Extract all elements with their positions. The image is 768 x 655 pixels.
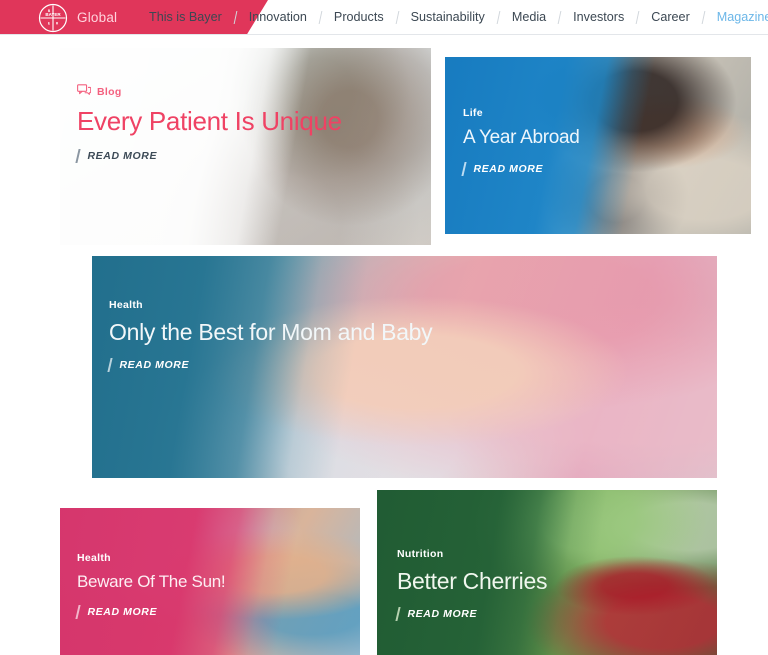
nav-item-sustainability[interactable]: Sustainability: [398, 0, 498, 34]
read-more-label: READ MORE: [87, 150, 158, 162]
article-card-beware-of-the-sun[interactable]: Health Beware Of The Sun! READ MORE: [60, 508, 360, 655]
read-more-link[interactable]: READ MORE: [75, 605, 225, 619]
site-header: BAYER B E R Global This is Bayer Innovat…: [0, 0, 768, 35]
brand-region-label: Global: [77, 10, 118, 25]
card-category: Life: [463, 107, 483, 119]
card-title: A Year Abroad: [463, 127, 580, 148]
read-more-divider: [107, 358, 113, 372]
card-category: Blog: [77, 84, 342, 99]
article-card-better-cherries[interactable]: Nutrition Better Cherries READ MORE: [377, 490, 717, 655]
card-title: Only the Best for Mom and Baby: [109, 319, 433, 345]
card-content: Health Only the Best for Mom and Baby RE…: [107, 299, 433, 372]
read-more-divider: [75, 149, 81, 163]
read-more-link[interactable]: READ MORE: [107, 358, 432, 372]
article-card-a-year-abroad[interactable]: Life A Year Abroad READ MORE: [445, 57, 751, 234]
nav-item-career[interactable]: Career: [638, 0, 703, 34]
card-content: Nutrition Better Cherries READ MORE: [395, 548, 548, 621]
card-category: Health: [77, 552, 111, 564]
card-title: Better Cherries: [397, 568, 548, 594]
nav-item-this-is-bayer[interactable]: This is Bayer: [136, 0, 235, 34]
svg-text:R: R: [56, 21, 59, 25]
nav-item-magazine[interactable]: Magazine: [704, 0, 768, 34]
read-more-label: READ MORE: [87, 606, 158, 618]
article-card-only-the-best-for-mom-and-baby[interactable]: Health Only the Best for Mom and Baby RE…: [92, 256, 717, 478]
read-more-divider: [461, 162, 467, 176]
chat-bubble-icon: [77, 84, 92, 99]
read-more-divider: [75, 605, 81, 619]
nav-item-innovation[interactable]: Innovation: [236, 0, 320, 34]
read-more-label: READ MORE: [473, 163, 544, 175]
card-category: Nutrition: [397, 548, 444, 560]
nav-item-products[interactable]: Products: [321, 0, 397, 34]
read-more-link[interactable]: READ MORE: [461, 162, 580, 176]
nav-item-investors[interactable]: Investors: [560, 0, 637, 34]
svg-text:E: E: [48, 21, 51, 25]
read-more-divider: [395, 607, 401, 621]
card-title: Beware Of The Sun!: [77, 572, 226, 591]
card-category: Health: [109, 299, 143, 311]
read-more-link[interactable]: READ MORE: [75, 149, 342, 163]
card-category-label: Blog: [97, 85, 122, 98]
article-card-every-patient-is-unique[interactable]: Blog Every Patient Is Unique READ MORE: [60, 48, 431, 245]
bayer-cross-logo: BAYER B E R: [38, 3, 68, 33]
nav-item-media[interactable]: Media: [499, 0, 559, 34]
card-content: Health Beware Of The Sun! READ MORE: [75, 552, 226, 619]
read-more-label: READ MORE: [407, 608, 478, 620]
read-more-link[interactable]: READ MORE: [395, 607, 547, 621]
main-navigation: This is Bayer Innovation Products Sustai…: [136, 0, 768, 34]
card-content: Blog Every Patient Is Unique READ MORE: [75, 84, 342, 163]
card-content: Life A Year Abroad READ MORE: [461, 107, 580, 176]
card-title: Every Patient Is Unique: [77, 106, 342, 136]
read-more-label: READ MORE: [119, 359, 190, 371]
